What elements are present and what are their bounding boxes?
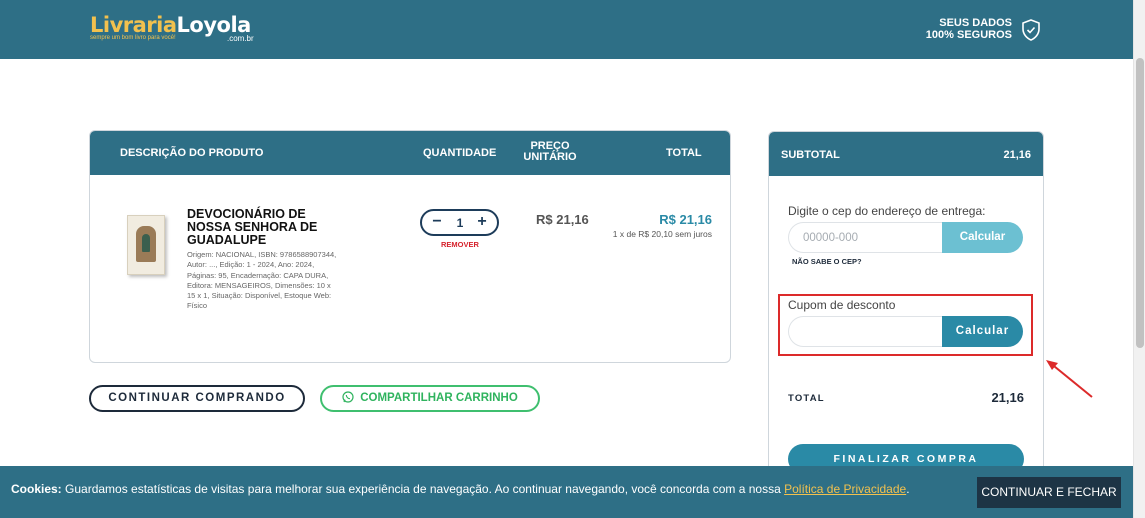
quantity-stepper: − 1 + (420, 209, 499, 236)
column-quantity: QUANTIDADE (423, 147, 497, 159)
unit-price-value: R$ 21,16 (536, 212, 589, 227)
whatsapp-icon (342, 391, 354, 403)
remove-item-link[interactable]: REMOVER (441, 240, 479, 249)
item-total-value: R$ 21,16 (659, 212, 712, 227)
subtotal-value: 21,16 (1003, 149, 1031, 161)
share-cart-button[interactable]: COMPARTILHAR CARRINHO (320, 385, 540, 412)
subtotal-header: SUBTOTAL 21,16 (769, 132, 1043, 176)
cart-table-header: DESCRIÇÃO DO PRODUTO QUANTIDADE PREÇO UNI… (90, 131, 730, 175)
cep-input[interactable] (788, 222, 943, 253)
accept-cookies-button[interactable]: CONTINUAR E FECHAR (977, 477, 1121, 508)
secure-line-2: 100% SEGUROS (925, 29, 1012, 41)
product-details: Origem: NACIONAL, ISBN: 9786588907344, A… (187, 250, 337, 311)
product-cover-image[interactable] (127, 215, 165, 275)
cep-label: Digite o cep do endereço de entrega: (788, 204, 986, 218)
total-label: TOTAL (788, 393, 825, 404)
column-total: TOTAL (666, 147, 702, 159)
calculate-shipping-button[interactable]: Calcular (942, 222, 1023, 253)
product-title[interactable]: DEVOCIONÁRIO DE NOSSA SENHORA DE GUADALU… (187, 208, 332, 247)
logo-domain: .com.br (227, 34, 254, 43)
secure-line-1: SEUS DADOS (939, 17, 1012, 29)
continue-shopping-button[interactable]: CONTINUAR COMPRANDO (89, 385, 305, 412)
quantity-value[interactable]: 1 (450, 216, 470, 230)
quantity-decrease-button[interactable]: − (428, 213, 446, 231)
cookie-suffix: . (906, 482, 910, 496)
column-unit-price-line2: UNITÁRIO (523, 151, 577, 163)
privacy-policy-link[interactable]: Política de Privacidade (784, 482, 906, 496)
apply-coupon-button[interactable]: Calcular (942, 316, 1023, 347)
find-cep-link[interactable]: NÃO SABE O CEP? (792, 257, 862, 266)
livraria-loyola-logo[interactable]: LivrariaLoyola sempre um bom livro para … (90, 14, 254, 43)
coupon-input[interactable] (788, 316, 943, 347)
share-cart-label: COMPARTILHAR CARRINHO (360, 392, 518, 404)
cookie-message: Cookies: Guardamos estatísticas de visit… (11, 482, 910, 496)
total-value: 21,16 (991, 390, 1024, 405)
logo-wordmark: LivrariaLoyola (90, 14, 251, 36)
column-unit-price: PREÇO UNITÁRIO (520, 141, 580, 163)
annotation-arrow-icon (1046, 360, 1093, 398)
quantity-increase-button[interactable]: + (473, 213, 491, 231)
cover-artwork (136, 226, 156, 262)
site-header: LivrariaLoyola sempre um bom livro para … (0, 0, 1133, 59)
coupon-label: Cupom de desconto (788, 298, 896, 312)
subtotal-label: SUBTOTAL (781, 149, 840, 161)
secure-data-badge: SEUS DADOS 100% SEGUROS (926, 17, 1012, 41)
cookie-banner: Cookies: Guardamos estatísticas de visit… (0, 466, 1133, 518)
cookie-text: Guardamos estatísticas de visitas para m… (61, 482, 785, 496)
column-description: DESCRIÇÃO DO PRODUTO (120, 147, 264, 159)
shield-check-icon (1022, 19, 1040, 41)
cart-table: DESCRIÇÃO DO PRODUTO QUANTIDADE PREÇO UNI… (89, 130, 731, 363)
logo-tagline: sempre um bom livro para você! (90, 35, 176, 41)
page-scrollbar[interactable] (1133, 0, 1145, 518)
scrollbar-thumb[interactable] (1136, 58, 1144, 348)
installment-note: 1 x de R$ 20,10 sem juros (612, 229, 712, 239)
cookie-prefix: Cookies: (11, 482, 62, 496)
logo-text-livraria: Livraria (90, 13, 177, 37)
